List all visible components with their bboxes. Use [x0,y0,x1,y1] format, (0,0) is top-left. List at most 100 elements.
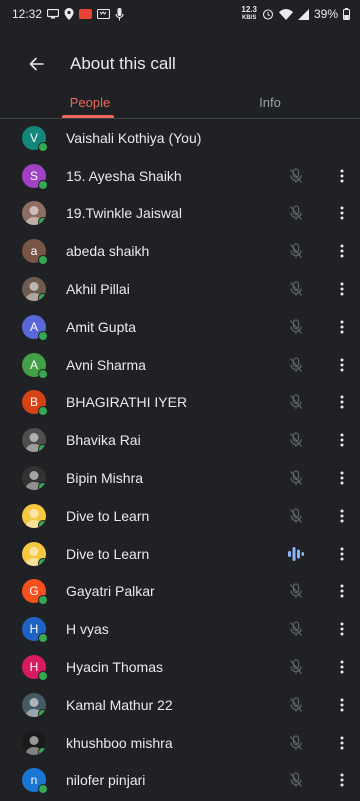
mic-off-icon [290,205,302,221]
participant-row[interactable]: khushboo mishra [0,724,360,762]
online-status-dot [38,217,46,226]
participant-row[interactable]: B BHAGIRATHI IYER [0,384,360,422]
online-status-dot [38,595,48,606]
mic-off-icon [290,281,302,297]
mic-off-icon [290,319,302,334]
mic-status [286,657,306,677]
more-options-button[interactable] [332,430,352,450]
avatar-initial: A [29,357,38,372]
avatar: B [22,390,48,417]
more-options-button[interactable] [332,733,352,753]
more-options-button[interactable] [332,695,352,715]
avatar: n [22,768,48,795]
participant-row[interactable]: V Vaishali Kothiya (You) [0,119,360,157]
participant-row[interactable]: a abeda shaikh [0,232,360,270]
more-options-button[interactable] [332,619,352,639]
online-status-dot [38,406,48,417]
avatar [22,541,46,566]
avatar [22,730,46,755]
more-options-button[interactable] [332,544,352,564]
mic-status [286,166,306,186]
more-options-button[interactable] [332,392,352,412]
avatar-initial: H [29,622,39,637]
tab-info[interactable]: Info [180,86,360,118]
more-options-button[interactable] [332,166,352,186]
mic-off-icon [290,697,302,712]
online-status-dot [38,255,48,266]
avatar: V [22,125,48,152]
wifi-icon [278,8,293,20]
online-status-dot [38,179,48,190]
participant-row[interactable]: S 15. Ayesha Shaikh [0,157,360,195]
online-status-dot [38,141,48,152]
participant-row[interactable]: H Hyacin Thomas [0,648,360,686]
more-options-button[interactable] [332,203,352,223]
more-vert-icon [340,206,344,220]
more-options-button[interactable] [332,279,352,299]
online-status-dot [38,633,48,644]
mic-off-icon [290,357,302,372]
more-options-button[interactable] [332,468,352,488]
more-vert-icon [340,358,344,372]
more-options-button[interactable] [332,581,352,601]
participant-row[interactable]: A Avni Sharma [0,346,360,384]
mic-off-icon [290,621,302,637]
participant-row[interactable]: Bhavika Rai [0,421,360,459]
more-options-button[interactable] [332,241,352,261]
avatar [22,503,46,528]
participant-row[interactable]: Bipin Mishra [0,459,360,497]
avatar: H [22,655,48,682]
avatar [22,428,46,453]
participant-row[interactable]: Akhil Pillai [0,270,360,308]
participant-row[interactable]: H H vyas [0,610,360,648]
back-button[interactable] [24,52,48,76]
mic-status [286,581,306,601]
status-time: 12:32 [12,7,43,21]
online-status-dot [38,368,48,379]
participant-row[interactable]: Dive to Learn [0,497,360,535]
more-options-button[interactable] [332,317,352,337]
online-status-dot [38,708,46,717]
avatar: a [22,239,48,266]
participant-row[interactable]: Kamal Mathur 22 [0,686,360,724]
mic-off-icon [290,168,302,183]
audio-level-icon [288,546,304,561]
status-bar: 12:32 12.3 KB/S 39% [0,0,360,28]
participant-name: Dive to Learn [66,545,150,562]
online-status-dot [38,784,48,795]
location-icon [64,8,74,20]
mic-off-icon [290,432,302,448]
mic-off-icon [290,470,302,486]
participant-name: Vaishali Kothiya (You) [66,129,202,146]
mic-status [286,317,306,337]
mic-status [286,392,306,412]
mic-off-icon [290,772,302,788]
participant-row[interactable]: A Amit Gupta [0,308,360,346]
participant-name: Dive to Learn [66,507,150,524]
participant-name: abeda shaikh [66,243,150,260]
tab-people[interactable]: People [0,86,180,118]
tab-bar: People Info [0,86,360,118]
avatar-initial: S [29,168,38,183]
more-options-button[interactable] [332,770,352,790]
participant-row[interactable]: G Gayatri Palkar [0,573,360,611]
participant-row[interactable]: n nilofer pinjari [0,762,360,800]
more-options-button[interactable] [332,355,352,375]
participant-row[interactable]: 19.Twinkle Jaiswal [0,195,360,233]
participant-list: V Vaishali Kothiya (You) S 15. Ayesha Shaik… [0,119,360,799]
more-vert-icon [340,169,344,183]
avatar [22,201,46,226]
mic-off-icon [290,735,302,750]
online-status-dot [38,519,46,528]
online-status-dot [38,746,46,755]
participant-name: H vyas [66,621,109,638]
participant-name: nilofer pinjari [66,772,146,789]
online-status-dot [38,293,46,302]
participant-name: Kamal Mathur 22 [66,696,173,713]
online-status-dot [38,557,46,566]
more-options-button[interactable] [332,506,352,526]
avatar [22,692,46,717]
participant-row[interactable]: Dive to Learn [0,535,360,573]
gmail-icon [79,9,93,19]
more-options-button[interactable] [332,657,352,677]
